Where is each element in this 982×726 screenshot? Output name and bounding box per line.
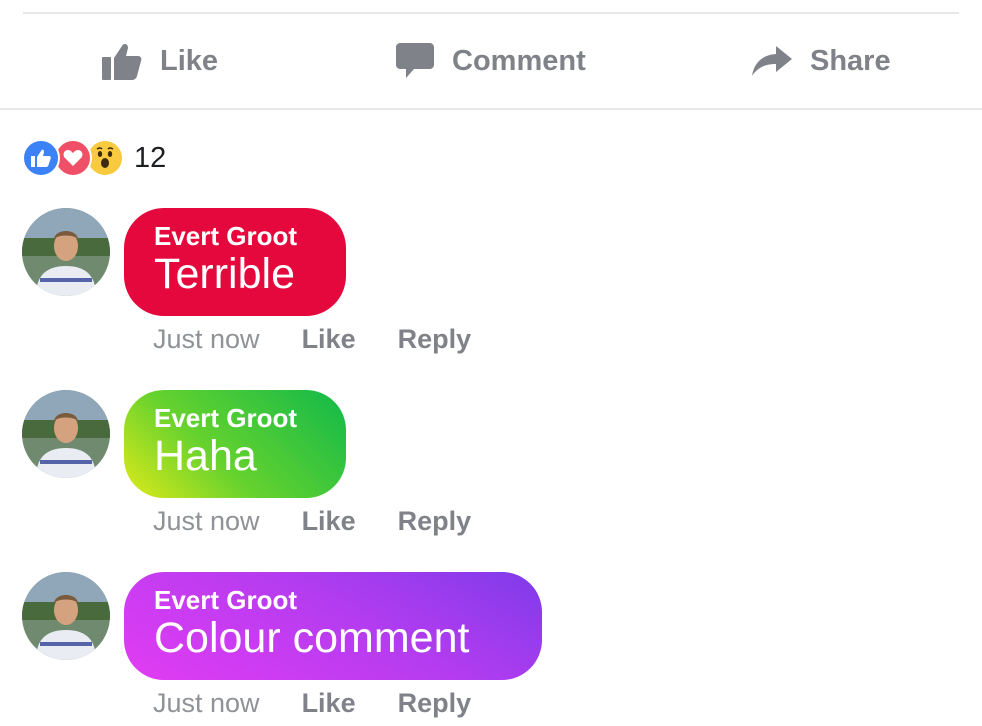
like-button-label: Like [160, 44, 219, 77]
comment-author[interactable]: Evert Groot [154, 404, 316, 432]
comment-author[interactable]: Evert Groot [154, 222, 316, 250]
avatar[interactable] [22, 572, 110, 660]
comment-text: Haha [154, 432, 257, 480]
comment-bubble[interactable]: Evert Groot Colour comment [124, 572, 542, 680]
comment-reply-link[interactable]: Reply [398, 506, 472, 537]
thumbs-up-icon [102, 42, 142, 80]
comment-reply-link[interactable]: Reply [398, 688, 472, 719]
comment-like-link[interactable]: Like [302, 506, 356, 537]
reactions-summary[interactable]: 12 [22, 138, 166, 178]
comment-like-link[interactable]: Like [302, 324, 356, 355]
comment-meta: Just now Like Reply [153, 324, 471, 355]
avatar[interactable] [22, 208, 110, 296]
comment-bubble[interactable]: Evert Groot Terrible [124, 208, 346, 316]
comment-text: Colour comment [154, 614, 470, 662]
like-reaction-icon [22, 139, 60, 177]
comment-button-label: Comment [452, 44, 586, 77]
comment-button[interactable]: Comment [396, 38, 586, 84]
comment-timestamp: Just now [153, 506, 260, 536]
comment-bubble-icon [396, 43, 434, 79]
comment-meta: Just now Like Reply [153, 688, 471, 719]
reaction-count: 12 [134, 141, 167, 174]
share-arrow-icon [752, 46, 792, 76]
comment-text: Terrible [154, 250, 295, 298]
comment-timestamp: Just now [153, 688, 260, 718]
share-button-label: Share [810, 44, 891, 77]
like-button[interactable]: Like [102, 38, 218, 84]
comment-meta: Just now Like Reply [153, 506, 471, 537]
comment-author[interactable]: Evert Groot [154, 586, 512, 614]
avatar[interactable] [22, 390, 110, 478]
action-bar: Like Comment Share [0, 14, 982, 110]
post-footer: Like Comment Share 12 Evert Groot Terrib… [0, 0, 982, 726]
comment-bubble[interactable]: Evert Groot Haha [124, 390, 346, 498]
comment-timestamp: Just now [153, 324, 260, 354]
share-button[interactable]: Share [752, 38, 891, 84]
comment-reply-link[interactable]: Reply [398, 324, 472, 355]
comment-like-link[interactable]: Like [302, 688, 356, 719]
